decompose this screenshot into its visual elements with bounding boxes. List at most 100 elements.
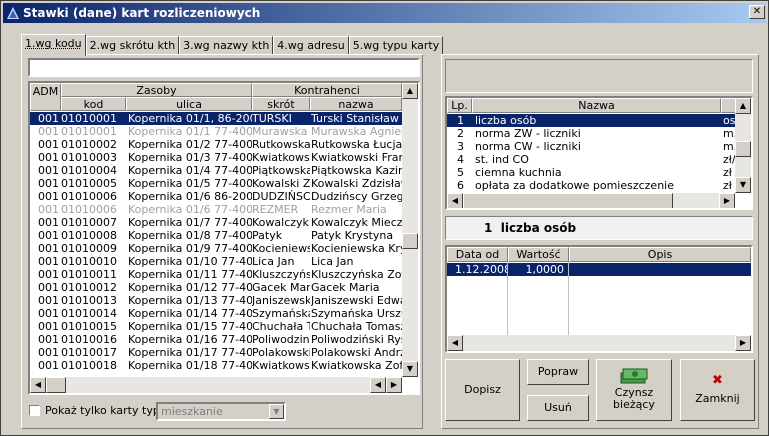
tab-wg-adresu[interactable]: 4.wg adresu xyxy=(273,36,349,55)
table-row[interactable]: 001 01010004 Kopernika 01/4 77-400 Z Piątko… xyxy=(30,164,402,177)
cell-ulica: Kopernika 01/8 77-400 Z xyxy=(128,229,252,242)
cell-adm: 001 xyxy=(38,268,59,281)
table-row[interactable]: 00101010017Kopernika 01/17 77-400 ZPolak… xyxy=(30,346,402,359)
hscroll-thumb[interactable] xyxy=(463,193,673,208)
scroll-left-button[interactable]: ◀ xyxy=(30,377,46,393)
cell-lp: 2 xyxy=(457,127,464,140)
card-type-select[interactable]: mieszkanie xyxy=(156,402,286,421)
cell-skrot: Gacek Mari xyxy=(252,281,310,294)
scroll-right-button[interactable]: ◀ xyxy=(370,377,386,393)
tab-wg-nazwy[interactable]: 3.wg nazwy kth xyxy=(179,36,274,55)
table-row[interactable]: 00101010016Kopernika 01/16 77-400 ZPoliw… xyxy=(30,333,402,346)
col-kod-header[interactable]: kod xyxy=(61,97,126,111)
cell-ulica: Kopernika 01/17 77-400 Z xyxy=(128,346,252,359)
scroll-up-button[interactable]: ▲ xyxy=(402,83,418,99)
current-rent-button[interactable]: Czynsz bieżący xyxy=(596,359,672,421)
scroll-thumb[interactable] xyxy=(735,141,751,157)
scroll-up-button[interactable]: ▲ xyxy=(735,98,751,114)
scroll-thumb[interactable] xyxy=(402,233,418,249)
table-row[interactable]: 00101010015Kopernika 01/15 77-400 ZChuch… xyxy=(30,320,402,333)
list-item[interactable]: 6 opłata za dodatkowe pomieszczenie zł xyxy=(447,179,735,192)
table-row[interactable]: 00101010011Kopernika 01/11 77-400 ZKlusz… xyxy=(30,268,402,281)
cell-skrot: Kwiatkowsk xyxy=(252,151,310,164)
edit-button[interactable]: Popraw xyxy=(527,359,589,385)
cell-skrot: Kowalski Z xyxy=(252,177,310,190)
table-row[interactable]: 001 01010007 Kopernika 01/7 77-400 Z Kowalc… xyxy=(30,216,402,229)
cell-adm: 001 xyxy=(38,242,59,255)
list-item[interactable]: 2 norma ZW - liczniki m3 xyxy=(447,127,735,140)
col-skrot-header[interactable]: skrót xyxy=(252,97,310,111)
col-nazwa-header[interactable]: nazwa xyxy=(310,97,402,111)
col-wartosc-header[interactable]: Wartość xyxy=(508,247,569,262)
col-adm-header[interactable]: ADM xyxy=(30,83,61,111)
list-item[interactable]: 5 ciemna kuchnia zł xyxy=(447,166,735,179)
stawki-vscroll[interactable]: ▲ ▼ xyxy=(735,98,751,193)
col-lp-header[interactable]: Lp. xyxy=(447,98,472,113)
cell-skrot: Kowalczyk xyxy=(252,216,309,229)
col-data-header[interactable]: Data od xyxy=(447,247,508,262)
scroll-right-button[interactable]: ▶ xyxy=(735,335,751,351)
search-input[interactable] xyxy=(28,58,420,77)
table-row[interactable]: 001 01010006 Kopernika 01/6 77-400 Z REZMER… xyxy=(30,203,402,216)
cell-kod: 01010012 xyxy=(61,281,117,294)
close-button[interactable]: ✖ Zamknij xyxy=(680,359,755,421)
table-row[interactable]: 001 01010006 Kopernika 01/6 86-200 C DUDZIŃ… xyxy=(30,190,402,203)
tab-wg-skrotu[interactable]: 2.wg skrótu kth xyxy=(85,36,180,55)
col-opis-header[interactable]: Opis xyxy=(569,247,751,262)
table-row[interactable]: 1.12.2008 1,0000 xyxy=(447,263,751,276)
scroll-left-button[interactable]: ◀ xyxy=(447,193,463,208)
table-row[interactable]: 001 01010001 Kopernika 01/1 77-400 Z Muraws… xyxy=(30,125,402,138)
cell-adm: 001 xyxy=(38,151,59,164)
list-item[interactable]: 1 liczba osób os xyxy=(447,114,735,127)
rates-hscroll[interactable]: ◀ ▶ xyxy=(447,335,751,351)
table-row[interactable]: 001 01010010 Kopernika 01/10 77-400 Lica Ja… xyxy=(30,255,402,268)
main-window: Stawki (dane) kart rozliczeniowych ✕ 1.w… xyxy=(0,0,769,436)
table-row[interactable]: 001 01010009 Kopernika 01/9 77-400 Z Kocien… xyxy=(30,242,402,255)
cell-adm: 001 xyxy=(38,112,59,125)
table-row[interactable]: 001 01010003 Kopernika 01/3 77-400 Z Kwiatk… xyxy=(30,151,402,164)
list-item[interactable]: 4 st. ind CO zł/ xyxy=(447,153,735,166)
hscroll-thumb[interactable] xyxy=(46,377,66,393)
cell-ulica: Kopernika 01/16 77-400 Z xyxy=(128,333,252,346)
list-item[interactable]: 3 norma CW - liczniki m3 xyxy=(447,140,735,153)
scroll-right-end-button[interactable]: ▶ xyxy=(386,377,402,393)
close-window-button[interactable]: ✕ xyxy=(749,5,765,19)
scroll-left-button[interactable]: ◀ xyxy=(447,335,463,351)
cell-ulica: Kopernika 01/13 77-400 Z xyxy=(128,294,252,307)
table-row[interactable]: 001 01010002 Kopernika 01/2 77-400 Z Rutkow… xyxy=(30,138,402,151)
tab-wg-kodu[interactable]: 1.wg kodu xyxy=(21,34,86,56)
cell-skrot: Kwiatkowsk xyxy=(252,359,310,372)
col-ulica-header[interactable]: ulica xyxy=(126,97,252,111)
cell-adm: 001 xyxy=(38,281,59,294)
table-row[interactable]: 001 01010005 Kopernika 01/5 77-400 Z Kowals… xyxy=(30,177,402,190)
stawki-hscroll[interactable]: ◀ ▶ xyxy=(447,193,735,208)
cell-nazwa: Janiszewski Edward xyxy=(311,294,402,307)
col-nazwa-header[interactable]: Nazwa xyxy=(472,98,721,113)
cell-kod: 01010011 xyxy=(61,268,117,281)
table-row[interactable]: 00101010018Kopernika 01/18 77-400 ZKwiat… xyxy=(30,359,402,372)
cell-lp: 4 xyxy=(457,153,464,166)
tab-wg-typu[interactable]: 5.wg typu karty xyxy=(348,36,444,55)
cell-unit: m3 xyxy=(723,140,735,153)
cell-ulica: Kopernika 01/11 77-400 Z xyxy=(128,268,252,281)
horizontal-scrollbar[interactable]: ◀ ◀ ▶ xyxy=(30,377,402,393)
add-button[interactable]: Dopisz xyxy=(445,359,520,421)
cell-nazwa: ciemna kuchnia xyxy=(475,166,562,179)
current-rent-label-2: bieżący xyxy=(613,398,655,411)
scroll-right-button[interactable]: ▶ xyxy=(719,193,735,208)
table-row[interactable]: 00101010001 Kopernika 01/1, 86-200 ZTURSK… xyxy=(30,112,402,125)
filter-checkbox[interactable] xyxy=(29,405,40,416)
scroll-down-button[interactable]: ▼ xyxy=(402,361,418,377)
scroll-down-button[interactable]: ▼ xyxy=(735,177,751,193)
vertical-scrollbar[interactable]: ▲ ▼ xyxy=(402,83,418,377)
table-row[interactable]: 001 01010008 Kopernika 01/8 77-400 Z Patyk P… xyxy=(30,229,402,242)
cell-adm: 001 xyxy=(38,229,59,242)
cell-ulica: Kopernika 01/12 77-400 Z xyxy=(128,281,252,294)
table-row[interactable]: 00101010012 Kopernika 01/12 77-400 ZGacek… xyxy=(30,281,402,294)
cell-kod: 01010006 xyxy=(61,190,117,203)
table-row[interactable]: 00101010014Kopernika 01/14 77-400 ZSzyma… xyxy=(30,307,402,320)
table-row[interactable]: 00101010013Kopernika 01/13 77-400 ZJanis… xyxy=(30,294,402,307)
cell-adm: 001 xyxy=(38,307,59,320)
delete-button[interactable]: Usuń xyxy=(527,395,589,421)
chevron-down-icon[interactable]: ▼ xyxy=(269,404,284,419)
